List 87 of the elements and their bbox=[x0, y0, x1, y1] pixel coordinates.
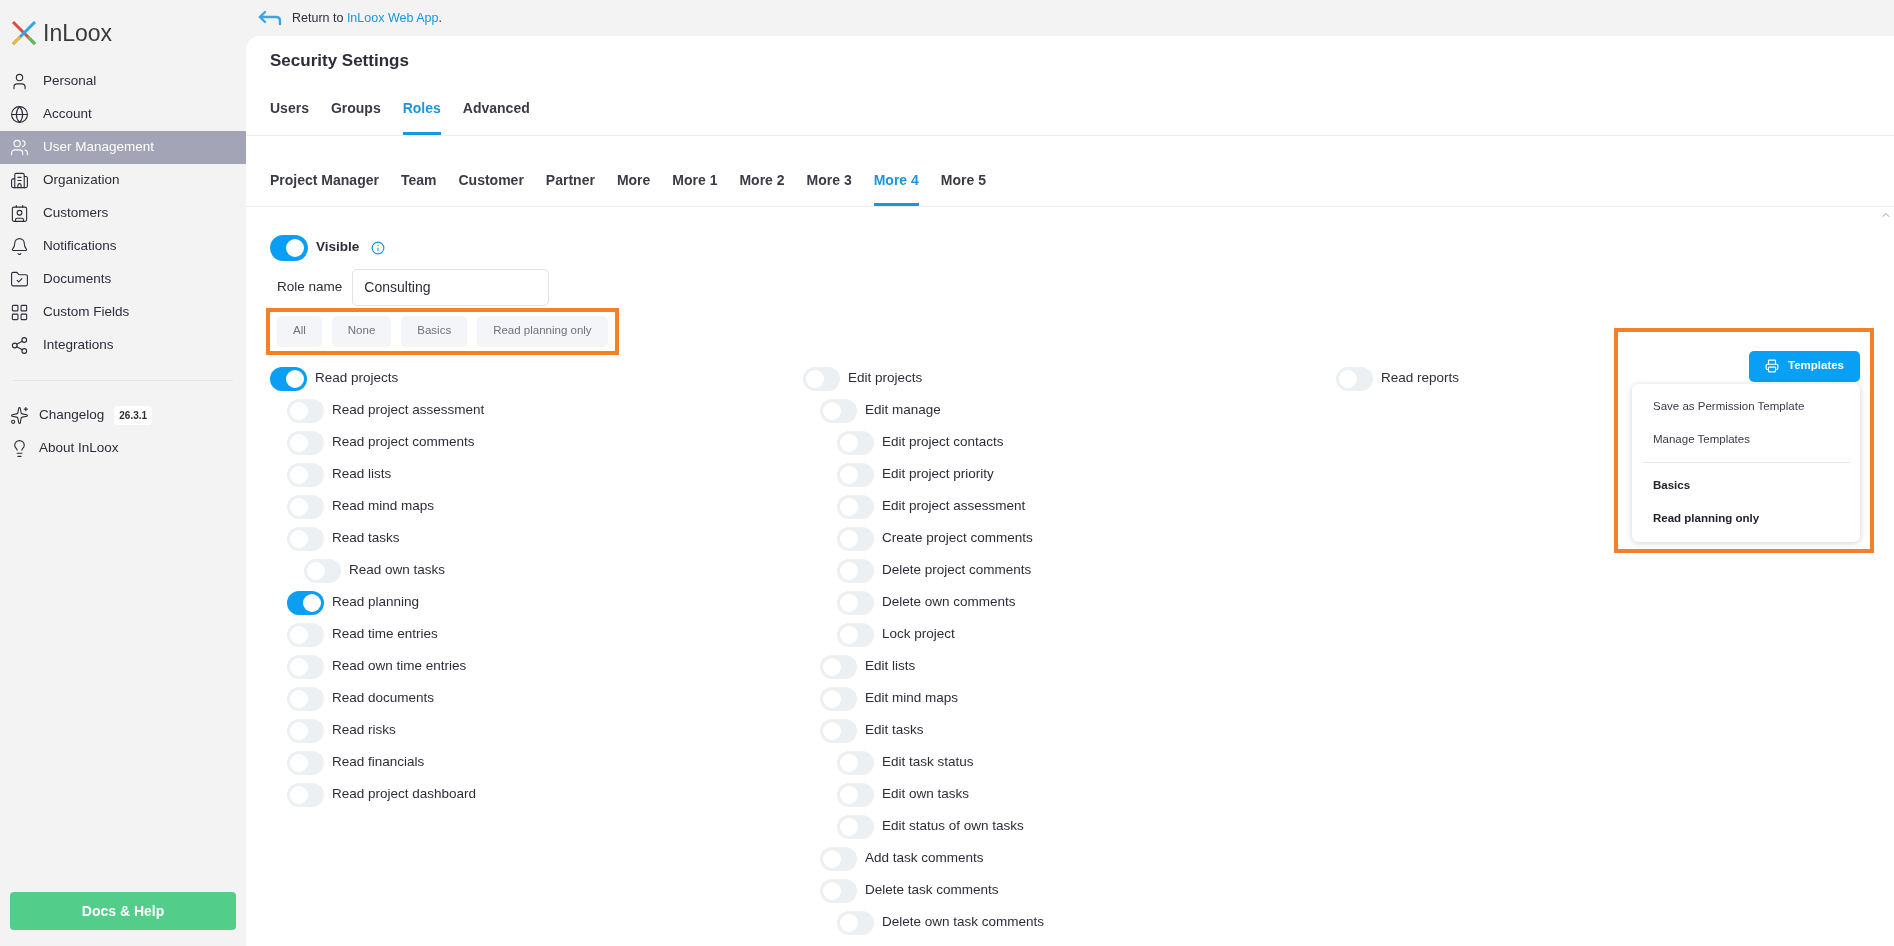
role-tab[interactable]: More 2 bbox=[739, 169, 785, 206]
logo-text: InLoox bbox=[43, 19, 113, 48]
menu-item[interactable]: Read planning only bbox=[1642, 502, 1850, 536]
permission-label: Edit task status bbox=[882, 753, 974, 772]
permission-label: Read own time entries bbox=[332, 657, 467, 676]
permission-label: Read financials bbox=[332, 753, 425, 772]
permission-label: Edit projects bbox=[848, 369, 923, 388]
sidebar-link[interactable]: Changelog bbox=[39, 404, 105, 426]
globe-icon bbox=[10, 104, 29, 124]
role-tab[interactable]: More 3 bbox=[806, 169, 852, 206]
role-tab[interactable]: Customer bbox=[458, 169, 524, 206]
page-title: Security Settings bbox=[269, 50, 410, 72]
toggle-switch[interactable] bbox=[270, 234, 308, 261]
grid-icon bbox=[10, 302, 29, 322]
sidebar-item[interactable]: Account bbox=[0, 97, 246, 131]
version-badge: 26.3.1 bbox=[114, 405, 153, 425]
role-tab[interactable]: Team bbox=[400, 169, 437, 206]
tab[interactable]: Advanced bbox=[462, 97, 530, 135]
role-name-field[interactable]: Consulting bbox=[352, 268, 550, 306]
role-tab[interactable]: More 5 bbox=[940, 169, 986, 206]
permission-label: Read reports bbox=[1381, 369, 1460, 388]
permission-label: Read lists bbox=[332, 465, 392, 484]
menu-item[interactable]: Save as Permission Template bbox=[1642, 389, 1850, 423]
permission-label: Delete own comments bbox=[882, 593, 1016, 612]
sidebar-link[interactable]: About InLoox bbox=[39, 437, 119, 459]
permission-label: Read project assessment bbox=[332, 401, 485, 420]
tab[interactable]: Users bbox=[270, 97, 309, 135]
permission-label: Read own tasks bbox=[349, 561, 446, 580]
permission-label: Read planning bbox=[332, 593, 420, 612]
return-arrow-icon bbox=[258, 10, 282, 26]
role-tab[interactable]: Partner bbox=[545, 169, 595, 206]
preset-button[interactable]: Read planning only bbox=[477, 315, 608, 347]
sidebar-item[interactable]: Notifications bbox=[0, 229, 246, 263]
contact-card-icon bbox=[10, 203, 29, 223]
sparkle-star-icon bbox=[10, 405, 29, 425]
permission-label: Edit project contacts bbox=[882, 433, 1004, 452]
permission-label: Read projects bbox=[315, 369, 399, 388]
role-tab[interactable]: Project Manager bbox=[270, 169, 379, 206]
tab[interactable]: Groups bbox=[330, 97, 381, 135]
permission-label: Edit mind maps bbox=[865, 689, 959, 708]
role-name-label: Role name bbox=[277, 277, 343, 296]
permission-label: Lock project bbox=[882, 625, 955, 644]
sidebar-item[interactable]: Customers bbox=[0, 196, 246, 230]
folder-check-icon bbox=[10, 269, 29, 289]
preset-button[interactable]: Basics bbox=[401, 315, 468, 347]
info-icon[interactable] bbox=[371, 240, 386, 255]
sidebar-item[interactable]: Personal bbox=[0, 64, 246, 98]
permission-label: Edit lists bbox=[865, 657, 916, 676]
permission-label: Edit manage bbox=[865, 401, 941, 420]
menu-item[interactable]: Manage Templates bbox=[1642, 422, 1850, 456]
permission-label: Read documents bbox=[332, 689, 435, 708]
role-tab[interactable]: More bbox=[616, 169, 651, 206]
sidebar-item[interactable]: Organization bbox=[0, 163, 246, 197]
sidebar-item[interactable]: Custom Fields bbox=[0, 295, 246, 329]
visible-label: Visible bbox=[316, 238, 360, 257]
users-icon bbox=[10, 137, 29, 157]
printer-icon bbox=[1764, 359, 1779, 373]
logo-icon bbox=[11, 20, 37, 47]
bell-icon bbox=[10, 236, 29, 256]
permission-label: Edit tasks bbox=[865, 721, 924, 740]
permission-label: Read risks bbox=[332, 721, 396, 740]
permission-label: Create project comments bbox=[882, 529, 1033, 548]
permission-label: Edit project assessment bbox=[882, 497, 1026, 516]
permission-label: Edit project priority bbox=[882, 465, 994, 484]
permission-label: Add task comments bbox=[865, 849, 984, 868]
user-icon bbox=[10, 71, 29, 91]
share-icon bbox=[10, 335, 29, 355]
permission-label: Read mind maps bbox=[332, 497, 435, 516]
preset-button[interactable]: All bbox=[277, 315, 322, 347]
permission-label: Delete task comments bbox=[865, 881, 999, 900]
preset-button[interactable]: None bbox=[331, 315, 392, 347]
permission-label: Read project dashboard bbox=[332, 785, 477, 804]
permission-label: Read time entries bbox=[332, 625, 438, 644]
building-icon bbox=[10, 170, 29, 190]
sidebar-item[interactable]: Documents bbox=[0, 262, 246, 296]
sidebar-item[interactable]: Integrations bbox=[0, 328, 246, 362]
permission-label: Delete project comments bbox=[882, 561, 1032, 580]
permission-label: Edit own tasks bbox=[882, 785, 970, 804]
menu-item[interactable]: Basics bbox=[1642, 469, 1850, 503]
toggle-switch[interactable] bbox=[270, 366, 307, 391]
permission-label: Edit status of own tasks bbox=[882, 817, 1024, 836]
toggle-switch[interactable] bbox=[287, 590, 324, 615]
role-tab[interactable]: More 1 bbox=[672, 169, 718, 206]
permission-label: Read project comments bbox=[332, 433, 475, 452]
return-text: Return to InLoox Web App. bbox=[292, 9, 442, 27]
permission-label: Delete own task comments bbox=[882, 913, 1045, 932]
permission-label: Read tasks bbox=[332, 529, 400, 548]
